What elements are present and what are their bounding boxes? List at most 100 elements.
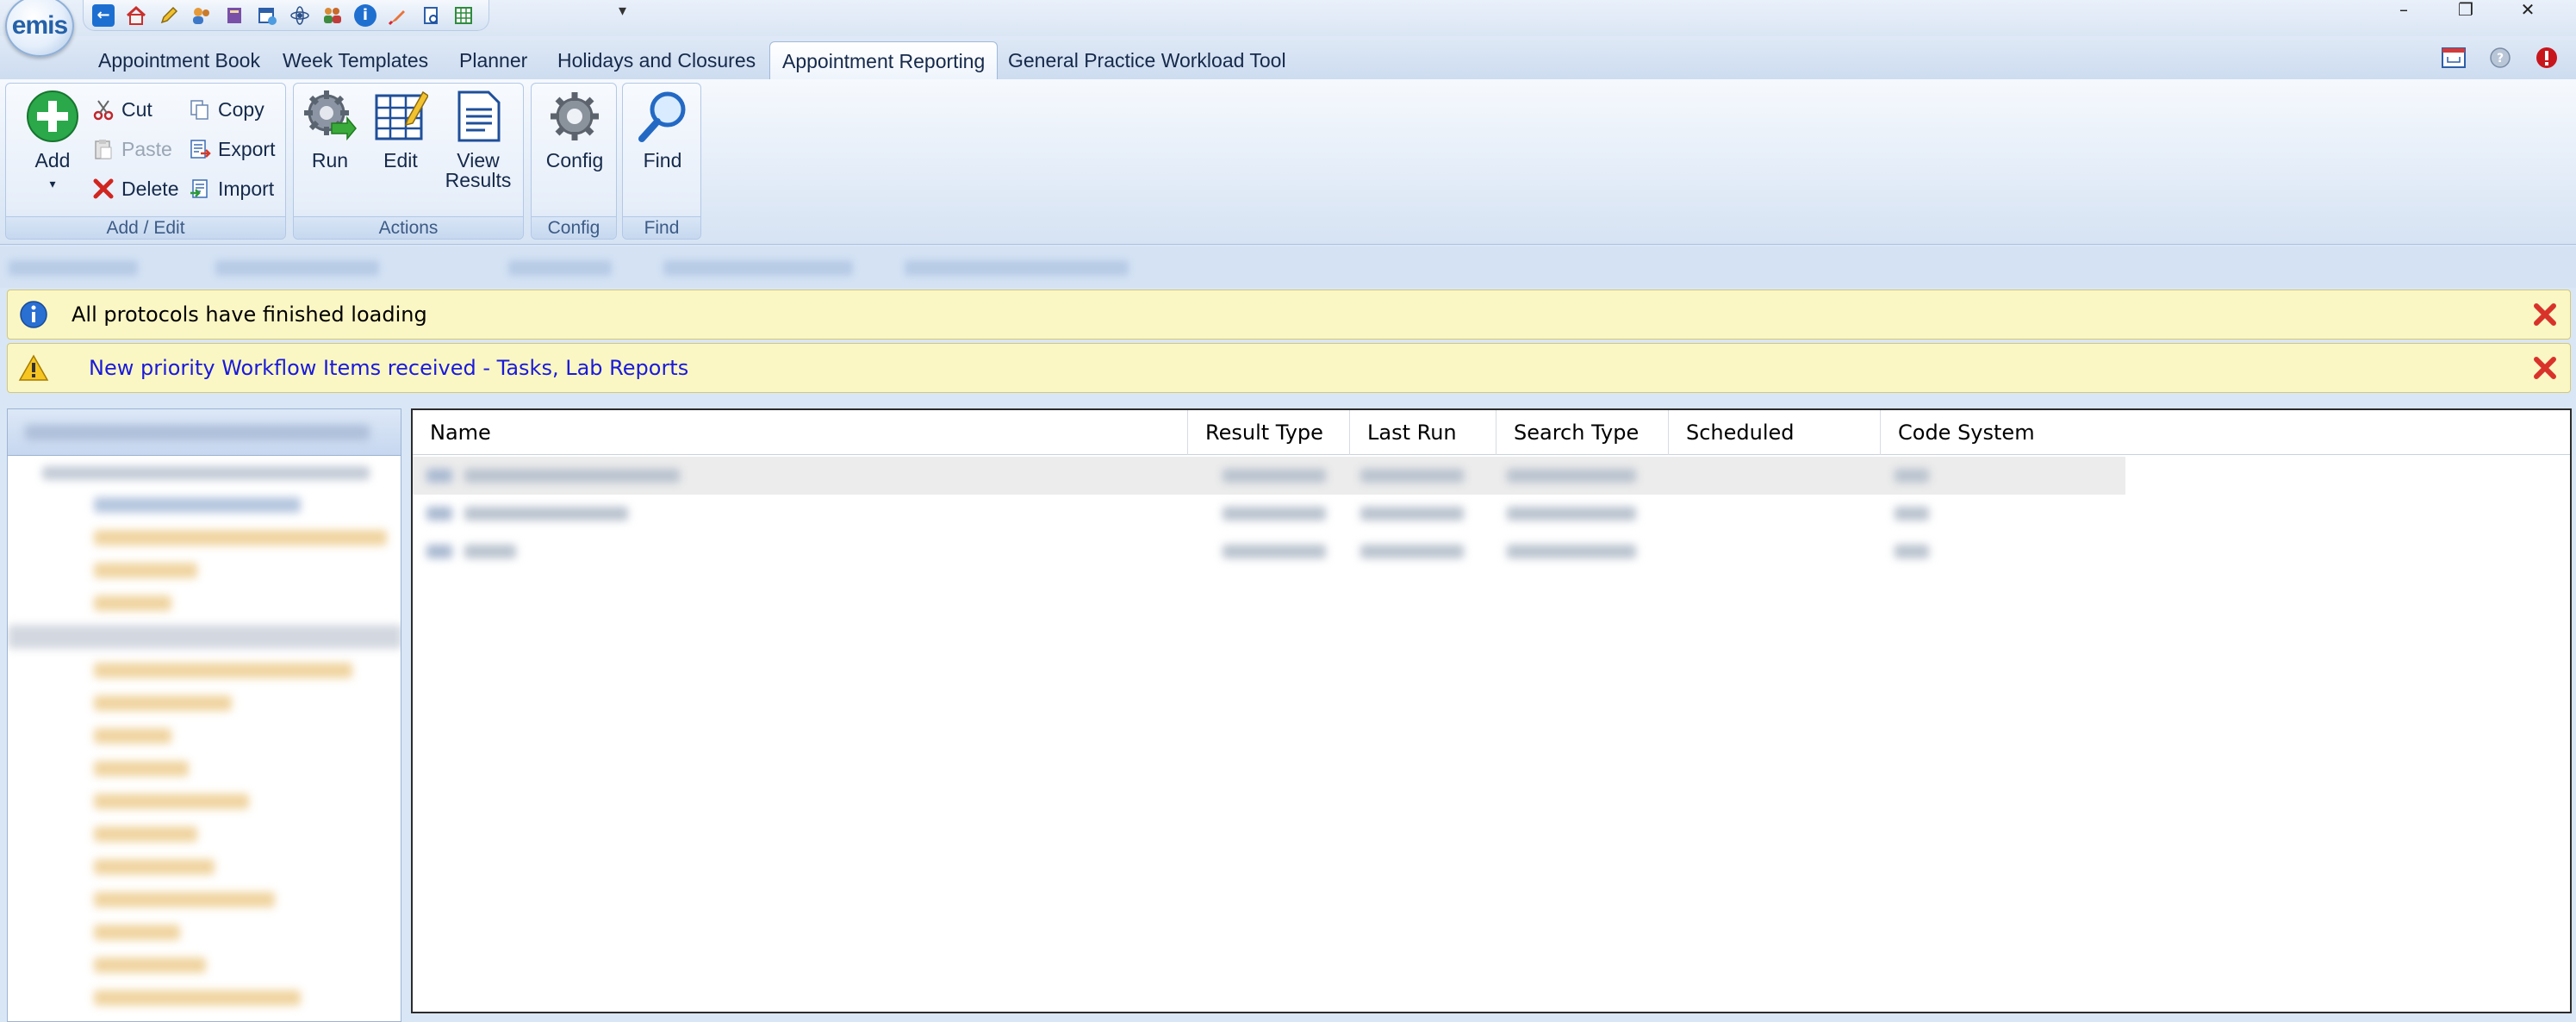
gear-icon (547, 89, 602, 144)
add-icon (25, 89, 80, 144)
close-icon[interactable] (2532, 302, 2558, 327)
fullscreen-icon[interactable] (2440, 45, 2467, 71)
row-cell (1360, 545, 1464, 558)
ribbon-tab-row: Appointment Book Week Templates Planner … (0, 36, 2576, 79)
tree-node[interactable] (94, 663, 352, 678)
tree-node[interactable] (94, 859, 215, 875)
tree-node[interactable] (94, 563, 197, 578)
column-header-last-run[interactable]: Last Run (1350, 410, 1496, 455)
window-controls: – ❐ ✕ (2373, 0, 2559, 22)
search-tree-panel (7, 408, 401, 1022)
tree-node[interactable] (94, 990, 301, 1006)
document-icon[interactable] (420, 4, 442, 27)
tree-node[interactable] (94, 957, 206, 973)
table-row[interactable] (413, 457, 2125, 495)
breadcrumb-item (9, 260, 138, 276)
tree-node[interactable] (94, 761, 189, 776)
spreadsheet-icon[interactable] (452, 4, 475, 27)
tree-node[interactable] (94, 497, 301, 513)
add-dropdown-icon: ▾ (49, 177, 56, 190)
row-cell (1507, 469, 1636, 483)
warning-icon (18, 352, 49, 383)
close-icon[interactable] (2532, 355, 2558, 381)
edit-label: Edit (383, 149, 418, 171)
tab-planner[interactable]: Planner (447, 41, 539, 79)
column-header-search-type[interactable]: Search Type (1496, 410, 1669, 455)
find-button[interactable]: Find (635, 89, 690, 171)
molecule-icon[interactable] (289, 4, 311, 27)
cut-button[interactable]: Cut (90, 94, 152, 125)
tree-node[interactable] (94, 892, 275, 907)
view-results-label-line1: View (457, 149, 500, 171)
grid-header: Name Result Type Last Run Search Type Sc… (413, 410, 2570, 455)
home-icon[interactable] (125, 4, 147, 27)
pen-icon[interactable] (387, 4, 409, 27)
delete-button[interactable]: Delete (90, 173, 178, 204)
delete-label: Delete (121, 177, 179, 200)
users-icon[interactable] (190, 4, 213, 27)
tree-node[interactable] (94, 695, 232, 711)
export-button[interactable]: Export (187, 134, 275, 165)
export-icon (187, 136, 213, 162)
group-label-actions: Actions (294, 216, 523, 239)
column-header-name[interactable]: Name (413, 410, 1188, 455)
notebook-icon[interactable] (223, 4, 246, 27)
group-label-config: Config (532, 216, 616, 239)
tree-node[interactable] (94, 826, 197, 842)
tree-node-selected[interactable] (8, 625, 401, 649)
minimize-button[interactable]: – (2373, 0, 2435, 22)
group-label-add-edit: Add / Edit (6, 216, 285, 239)
help-icon[interactable]: ? (2486, 45, 2514, 71)
tree-node[interactable] (94, 595, 171, 611)
ribbon-group-find: Find Find (622, 83, 701, 240)
info-icon[interactable]: i (354, 3, 376, 27)
copy-button[interactable]: Copy (187, 94, 264, 125)
tree-panel-header (8, 409, 401, 456)
edit-button[interactable]: Edit (373, 89, 428, 171)
back-icon[interactable]: ← (92, 3, 115, 27)
tab-general-practice-workload-tool[interactable]: General Practice Workload Tool (996, 41, 1298, 79)
restore-button[interactable]: ❐ (2435, 0, 2497, 22)
tree-node[interactable] (94, 530, 387, 545)
cut-icon (90, 97, 116, 122)
calendar-icon[interactable] (256, 4, 278, 27)
breadcrumb-item (508, 260, 612, 276)
copy-icon (187, 97, 213, 122)
alert-icon[interactable] (2533, 45, 2560, 71)
people-icon[interactable] (321, 4, 344, 27)
table-row[interactable] (413, 495, 2125, 533)
customize-toolbar-dropdown-icon[interactable]: ▾ (619, 2, 626, 20)
import-button[interactable]: Import (187, 173, 274, 204)
row-cell (1507, 545, 1636, 558)
run-icon (302, 89, 358, 144)
tree-node[interactable] (42, 466, 370, 480)
close-button[interactable]: ✕ (2497, 0, 2559, 22)
edit-icon (373, 89, 428, 144)
column-header-result-type[interactable]: Result Type (1188, 410, 1350, 455)
paste-icon (90, 136, 116, 162)
import-label: Import (218, 177, 275, 200)
column-header-scheduled[interactable]: Scheduled (1669, 410, 1881, 455)
table-row[interactable] (413, 533, 2125, 570)
warning-notification-link[interactable]: New priority Workflow Items received - T… (89, 356, 688, 380)
row-icon (426, 469, 452, 483)
search-results-grid: Name Result Type Last Run Search Type Sc… (411, 408, 2572, 1013)
tab-week-templates[interactable]: Week Templates (271, 41, 440, 79)
tab-appointment-reporting[interactable]: Appointment Reporting (769, 41, 999, 79)
add-button[interactable]: Add ▾ (15, 89, 90, 194)
column-header-code-system[interactable]: Code System (1881, 410, 2122, 455)
run-button[interactable]: Run (301, 89, 359, 171)
ribbon-group-config: Config Config (531, 83, 617, 240)
tree-node[interactable] (94, 728, 171, 744)
pencil-icon[interactable] (158, 4, 180, 27)
config-button[interactable]: Config (544, 89, 606, 171)
view-results-icon (451, 89, 506, 144)
tree-node[interactable] (94, 925, 180, 940)
magnifier-icon (635, 89, 690, 144)
row-cell (464, 507, 628, 520)
tab-holidays-and-closures[interactable]: Holidays and Closures (545, 41, 768, 79)
paste-button[interactable]: Paste (90, 134, 172, 165)
tab-appointment-book[interactable]: Appointment Book (86, 41, 272, 79)
tree-node[interactable] (94, 794, 249, 809)
view-results-button[interactable]: View Results (442, 89, 514, 190)
